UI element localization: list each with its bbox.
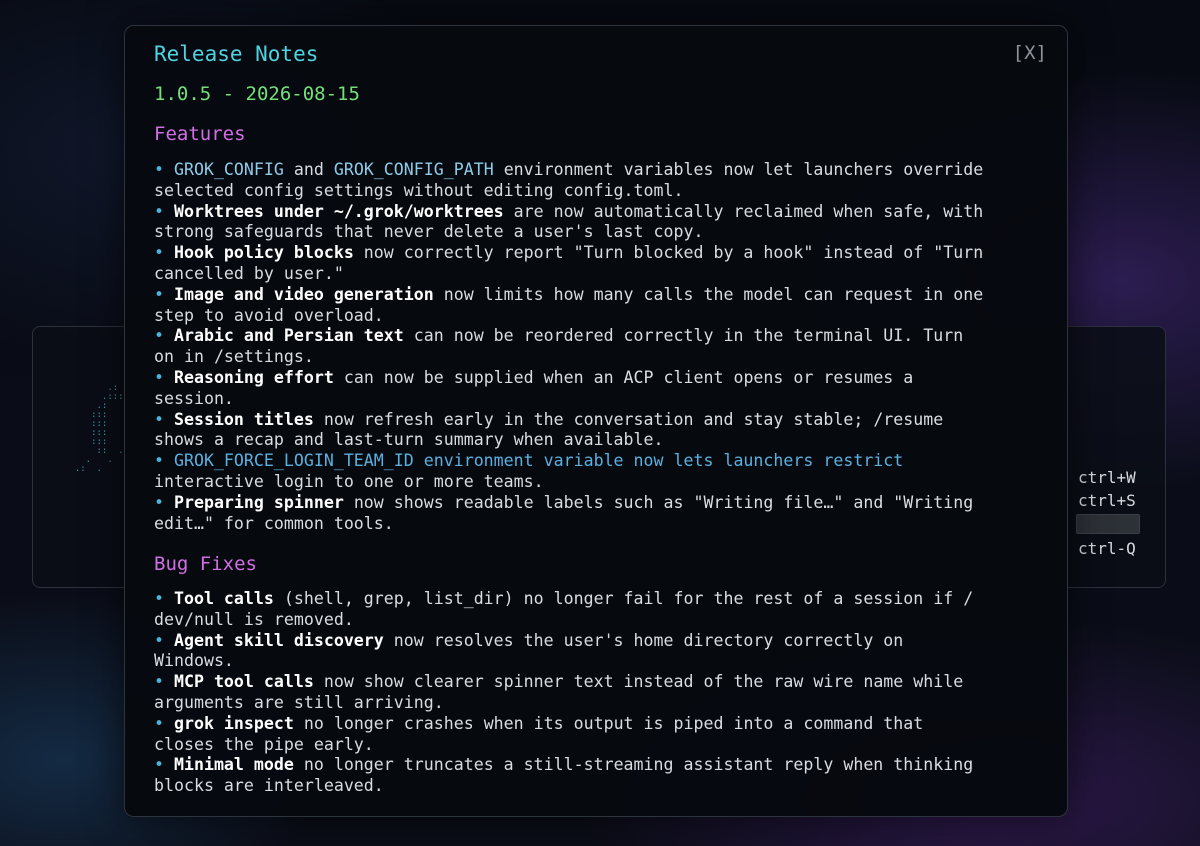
bullet-icon: • xyxy=(154,326,174,346)
shortcut-hint: ctrl-Q xyxy=(1078,539,1136,558)
bullet-icon: • xyxy=(154,630,174,650)
list-item: • grok inspect no longer crashes when it… xyxy=(154,713,924,733)
list-item: • Tool calls (shell, grep, list_dir) no … xyxy=(154,589,974,608)
section-heading-bug-fixes: Bug Fixes xyxy=(154,553,257,575)
close-button[interactable]: [X] xyxy=(1013,40,1047,66)
bullet-icon: • xyxy=(154,367,174,387)
bullet-icon: • xyxy=(154,409,174,429)
dialog-title: Release Notes xyxy=(154,42,319,66)
bullet-icon: • xyxy=(154,243,174,263)
bullet-icon: • xyxy=(154,492,174,512)
logo-icon: .: .::: .: ::: ::: ::: ::: :: . . . .: . xyxy=(74,383,124,474)
bullet-icon: • xyxy=(154,755,174,775)
list-item: • MCP tool calls now show clearer spinne… xyxy=(154,672,964,692)
list-item: • Preparing spinner now shows readable l… xyxy=(154,492,974,512)
bullet-icon: • xyxy=(154,589,174,608)
bullet-icon: • xyxy=(154,284,174,304)
list-item: • Minimal mode no longer truncates a sti… xyxy=(154,755,974,775)
bullet-icon: • xyxy=(154,672,174,692)
list-item: • Arabic and Persian text can now be reo… xyxy=(154,326,964,346)
section-heading-features: Features xyxy=(154,123,246,145)
bullet-icon: • xyxy=(154,201,174,221)
list-item: • Hook policy blocks now correctly repor… xyxy=(154,243,984,263)
list-item: • Worktrees under ~/.grok/worktrees are … xyxy=(154,201,984,221)
list-item: • GROK_CONFIG and GROK_CONFIG_PATH envir… xyxy=(154,160,984,179)
bug-fixes-list: • Tool calls (shell, grep, list_dir) no … xyxy=(154,589,1054,797)
bullet-icon: • xyxy=(154,713,174,733)
shortcut-hints: ctrl+W ctrl+S ctrl-Q xyxy=(1076,466,1140,560)
list-item: • Agent skill discovery now resolves the… xyxy=(154,630,904,650)
bullet-icon: • xyxy=(154,451,174,471)
list-item: • GROK_FORCE_LOGIN_TEAM_ID environment v… xyxy=(154,451,904,471)
version-heading: 1.0.5 - 2026-08-15 xyxy=(154,83,360,105)
list-item: • Image and video generation now limits … xyxy=(154,284,984,304)
features-list: • GROK_CONFIG and GROK_CONFIG_PATH envir… xyxy=(154,160,1054,534)
bullet-icon: • xyxy=(154,160,174,179)
release-notes-dialog: Release Notes [X] 1.0.5 - 2026-08-15 Fea… xyxy=(124,25,1068,817)
list-item: • Session titles now refresh early in th… xyxy=(154,409,944,429)
shortcut-hint-blank xyxy=(1076,514,1140,534)
shortcut-hint: ctrl+W xyxy=(1078,468,1136,487)
list-item: • Reasoning effort can now be supplied w… xyxy=(154,367,914,387)
shortcut-hint: ctrl+S xyxy=(1078,491,1136,510)
